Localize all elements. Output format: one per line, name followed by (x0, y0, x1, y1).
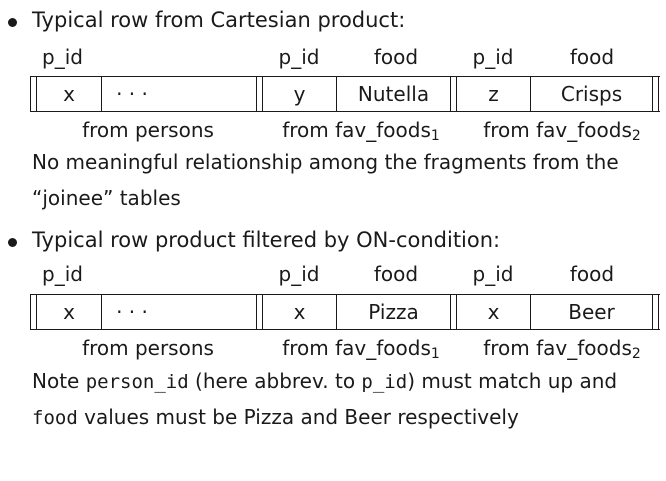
b2-label-from-fav-foods-1-text: from fav_foods (282, 336, 431, 360)
b2-note-code-person-id: person_id (85, 371, 189, 393)
b2-note-text-c: ) must match up and (407, 369, 618, 393)
b1-label-from-fav-foods-1-sub: 1 (430, 128, 440, 144)
b2-row-bottom-border (30, 329, 660, 330)
b2-label-from-fav-foods-2-sub: 2 (631, 346, 641, 362)
b1-cell-food-fav1: Nutella (357, 82, 430, 106)
b1-header-p-id-fav1: p_id (278, 45, 320, 69)
b2-note-code-p-id: p_id (361, 371, 408, 393)
b1-divider (256, 76, 257, 112)
bullet-1-title: Typical row from Cartesian product: (32, 8, 406, 32)
b1-divider (658, 76, 659, 112)
b1-label-from-fav-foods-2: from fav_foods2 (466, 118, 658, 144)
b1-cell-p-id-fav1: y (293, 82, 306, 106)
b2-note-code-food: food (32, 407, 78, 429)
b2-label-from-fav-foods-1-sub: 1 (430, 346, 440, 362)
b1-header-food-fav1: food (373, 45, 419, 69)
b1-label-from-fav-foods-2-text: from fav_foods (483, 118, 632, 142)
b1-header-p-id-persons: p_id (42, 45, 83, 69)
bullet-2-title: Typical row product filtered by ON-condi… (32, 228, 501, 252)
b1-note-line-2: “joinee” tables (32, 186, 181, 210)
b1-header-p-id-fav2: p_id (472, 45, 514, 69)
b1-cell-p-id-persons: x (63, 82, 75, 106)
b2-note-line-1: Note person_id (here abbrev. to p_id) mu… (32, 369, 666, 394)
b2-divider (658, 294, 659, 330)
slide: Typical row from Cartesian product: p_id… (0, 0, 666, 481)
b2-cell-p-id-fav2: x (487, 300, 500, 324)
b1-row-top-border (30, 76, 660, 77)
b2-header-p-id-persons: p_id (42, 262, 83, 286)
b2-note-text-d: values must be Pizza and Beer respective… (77, 405, 519, 429)
b1-divider (450, 76, 451, 112)
b1-row-bottom-border (30, 111, 660, 112)
b2-note-line-2: food values must be Pizza and Beer respe… (32, 405, 519, 430)
b1-label-from-fav-foods-2-sub: 2 (631, 128, 641, 144)
b2-cell-food-fav2: Beer (568, 300, 615, 324)
b1-cell-p-id-fav2: z (488, 82, 499, 106)
b1-label-from-persons: from persons (82, 118, 214, 142)
b1-note-line-1: No meaningful relationship among the fra… (32, 150, 619, 174)
b2-header-p-id-fav1: p_id (278, 262, 320, 286)
b2-header-p-id-fav2: p_id (472, 262, 514, 286)
b2-cell-p-id-persons: x (63, 300, 75, 324)
b2-divider (450, 294, 451, 330)
b2-header-food-fav2: food (569, 262, 615, 286)
b2-label-from-persons: from persons (82, 336, 214, 360)
bullet-2-dot (8, 238, 17, 247)
b2-label-from-fav-foods-2: from fav_foods2 (466, 336, 658, 362)
bullet-1-dot (8, 18, 17, 27)
b2-row-top-border (30, 294, 660, 295)
b2-divider (256, 294, 257, 330)
b1-label-from-fav-foods-1: from fav_foods1 (268, 118, 454, 144)
b2-label-from-fav-foods-2-text: from fav_foods (483, 336, 632, 360)
b2-note-text-b: (here abbrev. to (188, 369, 362, 393)
b1-cell-food-fav2: Crisps (560, 82, 623, 106)
b2-divider (652, 294, 653, 330)
b1-header-food-fav2: food (569, 45, 615, 69)
b2-label-from-fav-foods-1: from fav_foods1 (268, 336, 454, 362)
b1-cell-ellipsis: · · · (116, 82, 148, 106)
b2-note-text-a: Note (32, 369, 86, 393)
b1-divider (652, 76, 653, 112)
b2-cell-p-id-fav1: x (293, 300, 306, 324)
b2-divider (30, 294, 31, 330)
b2-cell-ellipsis: · · · (116, 300, 148, 324)
b1-label-from-fav-foods-1-text: from fav_foods (282, 118, 431, 142)
b2-cell-food-fav1: Pizza (368, 300, 419, 324)
b1-divider (30, 76, 31, 112)
b2-header-food-fav1: food (373, 262, 419, 286)
